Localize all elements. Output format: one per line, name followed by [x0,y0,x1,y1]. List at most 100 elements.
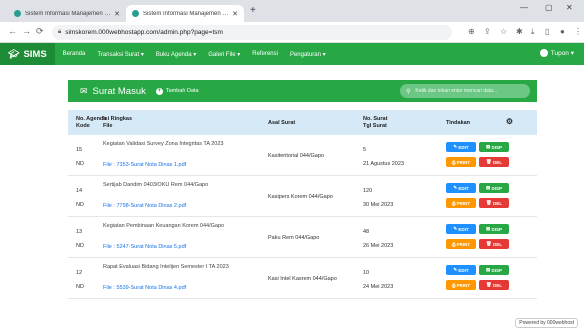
add-data-button[interactable]: + Tambah Data [155,87,199,95]
site-favicon-icon [132,10,139,17]
cell-ringkas: Sertijab Dandim 0403/OKU Rem 044/Gapo [103,182,209,188]
cell-agenda: 12 [76,270,83,276]
edit-label: EDIT [458,144,469,150]
file-link[interactable]: File : 7798-Surat Nota Dinas 2.pdf [103,203,186,209]
table-row: 14 ND Sertijab Dandim 0403/OKU Rem 044/G… [68,176,537,217]
zoom-icon[interactable]: ⊕ [468,27,475,36]
edit-button[interactable]: ✎ EDIT [446,183,476,193]
browser-tab-bar: Sistem Informasi Manajemen Sur... ✕ Sist… [0,0,584,22]
delete-button[interactable]: 🗑︎ DEL [479,198,509,208]
profile-icon[interactable]: ● [560,27,565,36]
cell-kode: ND [76,284,84,290]
browser-menu-icon[interactable]: ⋮ [574,27,582,36]
menu-item-pengaturan[interactable]: Pengaturan ▾ [290,51,326,58]
menu-item-galeri-file[interactable]: Galeri File ▾ [208,51,240,58]
header-nosurat-tgl: No. Surat Tgl Surat [363,116,387,129]
header-no-surat: No. Surat [363,116,388,122]
browser-tab-active[interactable]: Sistem Informasi Manajemen Sur... ✕ [126,5,244,22]
menu-item-beranda[interactable]: Beranda [63,51,86,57]
cell-ringkas: Rapat Evaluasi Bidang Intelijen Semester… [103,264,229,270]
menu-item-referensi[interactable]: Referensi [252,51,278,57]
disp-label: DISP [491,144,503,150]
header-file: File [103,122,113,129]
file-link[interactable]: File : 7353-Surat Nota Dinas 1.pdf [103,162,186,168]
cell-nosurat: 48 [363,229,370,235]
edit-button[interactable]: ✎ EDIT [446,265,476,275]
plus-icon: + [155,87,163,95]
header-kode: Kode [76,122,90,129]
table-row: 12 ND Rapat Evaluasi Bidang Intelijen Se… [68,258,537,299]
back-icon[interactable]: ← [8,26,17,36]
cell-agenda: 15 [76,147,83,153]
extensions-icon[interactable]: ✱ [516,27,523,36]
close-window-icon[interactable]: ✕ [566,3,573,12]
search-input[interactable]: ⚲ Ketik dan tekan enter mencari data... [400,84,530,98]
delete-button[interactable]: 🗑︎ DEL [479,280,509,290]
close-tab-icon[interactable]: ✕ [114,10,120,18]
forward-icon[interactable]: → [22,26,31,36]
file-link[interactable]: File : 5539-Surat Nota Dinas 4.pdf [103,285,186,291]
disp-button[interactable]: ▤ DISP [479,183,509,193]
browser-address-bar: ← → ⟳ 🔒︎ simskorem.000webhostapp.com/adm… [0,22,584,43]
disp-label: DISP [491,226,503,232]
edit-label: EDIT [458,185,469,191]
menu-item-transaksi-surat[interactable]: Transaksi Surat ▾ [97,51,143,58]
cell-asal: Kasiteritorial 044/Gapo [268,153,324,159]
cell-asal: Kasi Intel Kasrem 044/Gapo [268,276,337,282]
print-button[interactable]: ⎙ PRINT [446,239,476,249]
cell-kode: ND [76,202,84,208]
main-menu: Beranda Transaksi Surat ▾ Buku Agenda ▾ … [63,51,338,58]
app-navbar: 🎓︎ SIMS Beranda Transaksi Surat ▾ Buku A… [0,43,584,65]
print-label: PRINT [456,241,471,247]
edit-button[interactable]: ✎ EDIT [446,142,476,152]
header-tgl-surat: Tgl Surat [363,122,387,129]
print-button[interactable]: ⎙ PRINT [446,157,476,167]
powered-by-badge[interactable]: Powered by 000webhost [515,318,578,328]
sidepanel-icon[interactable]: ▯ [545,27,549,36]
delete-button[interactable]: 🗑︎ DEL [479,157,509,167]
reload-icon[interactable]: ⟳ [36,26,44,37]
table-row: 13 ND Kegiatan Pembinaan Keuangan Korem … [68,217,537,258]
gear-icon[interactable]: ⚙ [506,117,513,126]
header-no-agenda: No. Agenda [76,116,107,122]
graduation-cap-icon: 🎓︎ [8,48,20,59]
header-ringkas-file: Isi Ringkas File [103,116,132,129]
share-icon[interactable]: ⇪ [484,27,491,36]
cell-ringkas: Kegiatan Pembinaan Keuangan Korem 044/Ga… [103,223,225,229]
menu-item-buku-agenda[interactable]: Buku Agenda ▾ [156,51,196,58]
site-favicon-icon [14,10,21,17]
new-tab-icon[interactable]: + [250,5,256,16]
page-title: Surat Masuk [92,85,146,97]
del-label: DEL [492,159,502,165]
cell-nosurat: 120 [363,188,373,194]
cell-tgl: 26 Mei 2023 [363,243,394,249]
bookmark-star-icon[interactable]: ☆ [500,27,507,36]
main-content: ✉ Surat Masuk + Tambah Data ⚲ Ketik dan … [0,65,584,331]
browser-tab[interactable]: Sistem Informasi Manajemen Sur... ✕ [8,5,126,22]
disp-button[interactable]: ▤ DISP [479,142,509,152]
user-menu[interactable]: Tupon ▾ [539,49,574,57]
minimize-icon[interactable]: — [520,3,528,12]
tab-title: Sistem Informasi Manajemen Sur... [143,10,230,17]
disp-button[interactable]: ▤ DISP [479,224,509,234]
print-label: PRINT [456,200,471,206]
app-brand[interactable]: 🎓︎ SIMS [0,43,55,65]
delete-button[interactable]: 🗑︎ DEL [479,239,509,249]
disp-label: DISP [491,267,503,273]
print-button[interactable]: ⎙ PRINT [446,198,476,208]
maximize-icon[interactable]: ▢ [545,3,553,12]
file-link[interactable]: File : 5247-Surat Nota Dinas 5.pdf [103,244,186,250]
disp-button[interactable]: ▤ DISP [479,265,509,275]
cell-agenda: 14 [76,188,83,194]
table-row: 15 ND Kegiatan Validasi Survey Zona Inte… [68,135,537,176]
url-field[interactable]: 🔒︎ simskorem.000webhostapp.com/admin.php… [52,25,452,40]
print-button[interactable]: ⎙ PRINT [446,280,476,290]
envelope-icon: ✉ [80,85,88,96]
url-text: simskorem.000webhostapp.com/admin.php?pa… [65,29,223,36]
print-label: PRINT [456,282,471,288]
download-icon[interactable]: ⤓ [531,27,535,37]
cell-asal: Kasipers Korem 044/Gapo [268,194,333,200]
print-label: PRINT [456,159,471,165]
edit-button[interactable]: ✎ EDIT [446,224,476,234]
close-tab-icon[interactable]: ✕ [232,10,238,18]
